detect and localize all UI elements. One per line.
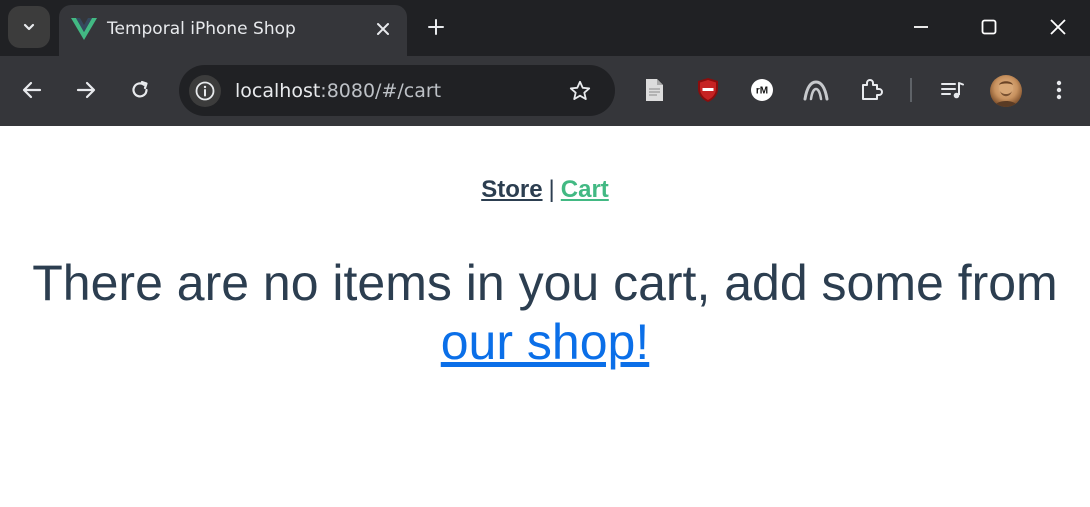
extension-rm[interactable]: rM xyxy=(746,74,778,106)
maximize-icon xyxy=(981,19,997,35)
page-content: Store | Cart There are no items in you car… xyxy=(0,126,1090,507)
minimize-icon xyxy=(914,26,928,28)
empty-cart-text: There are no items in you cart, add some… xyxy=(32,255,1058,311)
nav-separator: | xyxy=(548,176,555,203)
site-nav: Store | Cart xyxy=(0,174,1090,206)
extension-document[interactable] xyxy=(638,74,670,106)
reload-icon xyxy=(132,80,148,98)
rm-extension-icon: rM xyxy=(751,79,773,101)
tab-strip: Temporal iPhone Shop xyxy=(0,0,1090,56)
tab-search-button[interactable] xyxy=(8,6,50,48)
media-controls-button[interactable] xyxy=(936,74,968,106)
empty-cart-message: There are no items in you cart, add some… xyxy=(0,254,1090,372)
arrow-right-icon xyxy=(76,81,96,99)
shop-link[interactable]: our shop! xyxy=(441,314,649,370)
maximize-button[interactable] xyxy=(969,10,1009,44)
star-icon xyxy=(569,80,591,100)
close-window-button[interactable] xyxy=(1038,10,1078,44)
tab-close-button[interactable] xyxy=(369,15,397,43)
tab-title: Temporal iPhone Shop xyxy=(107,19,296,39)
forward-button[interactable] xyxy=(68,72,104,108)
toolbar-divider xyxy=(910,78,912,102)
close-icon xyxy=(377,23,389,35)
site-info-button[interactable] xyxy=(189,75,221,107)
nav-link-store[interactable]: Store xyxy=(481,176,542,203)
vue-logo-icon xyxy=(71,18,97,40)
url-text[interactable]: localhost:8080/#/cart xyxy=(235,78,441,104)
back-button[interactable] xyxy=(14,72,50,108)
playlist-music-icon xyxy=(941,82,964,99)
address-bar[interactable]: localhost:8080/#/cart xyxy=(179,65,615,116)
extensions-menu-button[interactable] xyxy=(855,74,887,106)
arc-extension-icon xyxy=(803,80,829,101)
arrow-left-icon xyxy=(22,81,42,99)
shield-block-icon xyxy=(698,78,718,102)
avatar-icon xyxy=(994,81,1018,107)
url-host: localhost xyxy=(235,80,321,102)
profile-avatar[interactable] xyxy=(990,75,1022,107)
active-tab[interactable]: Temporal iPhone Shop xyxy=(59,5,407,56)
nav-link-cart[interactable]: Cart xyxy=(561,176,609,203)
close-icon xyxy=(1050,19,1066,35)
info-icon xyxy=(195,81,215,101)
browser-toolbar: localhost:8080/#/cart rM xyxy=(0,56,1090,126)
document-icon xyxy=(646,79,663,101)
minimize-button[interactable] xyxy=(901,10,941,44)
plus-icon xyxy=(428,19,444,35)
reload-button[interactable] xyxy=(122,72,158,108)
svg-text:rM: rM xyxy=(756,86,768,97)
extension-shield[interactable] xyxy=(692,74,724,106)
puzzle-icon xyxy=(862,79,883,100)
bookmark-button[interactable] xyxy=(565,76,595,106)
extension-arc[interactable] xyxy=(800,74,832,106)
url-path: :8080/#/cart xyxy=(320,80,442,102)
browser-menu-button[interactable] xyxy=(1043,74,1075,106)
chevron-down-icon xyxy=(23,23,35,31)
more-vertical-icon xyxy=(1056,80,1062,100)
new-tab-button[interactable] xyxy=(420,11,452,43)
